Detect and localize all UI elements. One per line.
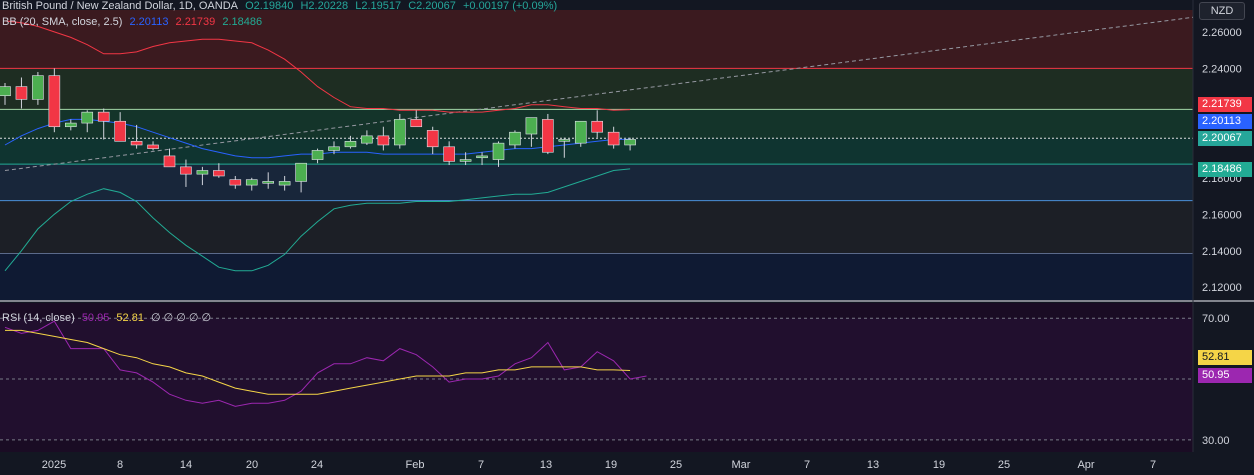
price-tick-label: 2.26000 bbox=[1202, 27, 1242, 39]
candle-body bbox=[180, 166, 192, 175]
bb-lower-value: 2.18486 bbox=[222, 16, 263, 28]
candle-body bbox=[65, 122, 77, 128]
candle-body bbox=[492, 142, 505, 160]
last-price-tag: 2.20067 bbox=[1198, 131, 1252, 146]
time-tick-label: 7 bbox=[804, 459, 810, 471]
rsi-value: 50.95 bbox=[81, 312, 110, 324]
candle-body bbox=[426, 130, 439, 148]
bb-upper-value: 2.21739 bbox=[175, 16, 216, 28]
candle-body bbox=[443, 146, 455, 162]
candle-body bbox=[624, 139, 636, 146]
bb-basis-price-tag: 2.20113 bbox=[1198, 114, 1252, 129]
close-value: C2.20067 bbox=[408, 0, 456, 12]
candle-body bbox=[229, 179, 242, 186]
candle-body bbox=[48, 75, 61, 128]
symbol-legend[interactable]: British Pound / New Zealand Dollar, 1D, … bbox=[2, 0, 561, 12]
open-value: O2.19840 bbox=[245, 0, 294, 12]
time-tick-label: Apr bbox=[1077, 459, 1094, 471]
candle-body bbox=[574, 120, 587, 144]
candle-body bbox=[459, 159, 472, 162]
candle-body bbox=[196, 170, 209, 175]
candle-body bbox=[130, 141, 143, 146]
rsi-legend[interactable]: RSI (14, close) 50.95 52.81 ∅ ∅ ∅ ∅ ∅ bbox=[2, 311, 215, 324]
time-tick-label: 20 bbox=[246, 459, 258, 471]
candle-body bbox=[377, 135, 390, 146]
price-tick-label: 2.24000 bbox=[1202, 63, 1242, 75]
price-tick-label: 2.14000 bbox=[1202, 246, 1242, 258]
time-tick-label: 19 bbox=[933, 459, 945, 471]
high-value: H2.20228 bbox=[300, 0, 349, 12]
candle-body bbox=[245, 179, 258, 186]
candle-body bbox=[147, 144, 159, 149]
time-tick-label: 2025 bbox=[42, 459, 66, 471]
low-value: L2.19517 bbox=[355, 0, 402, 12]
currency-button[interactable]: NZD bbox=[1199, 2, 1245, 20]
rsi-ma-price-tag: 52.81 bbox=[1198, 350, 1252, 365]
candle-body bbox=[295, 162, 307, 182]
price-tick-label: 2.16000 bbox=[1202, 209, 1242, 221]
candle-body bbox=[81, 111, 94, 124]
price-zone-6 bbox=[0, 253, 1193, 300]
candle-body bbox=[344, 141, 357, 148]
candle-body bbox=[97, 111, 110, 122]
time-tick-label: 14 bbox=[180, 459, 192, 471]
rsi-price-tag: 50.95 bbox=[1198, 368, 1252, 383]
price-zone-4 bbox=[0, 164, 1193, 201]
rsi-label: RSI (14, close) bbox=[2, 312, 75, 324]
candle-body bbox=[410, 119, 423, 128]
rsi-ma-value: 52.81 bbox=[116, 312, 144, 324]
time-tick-label: 7 bbox=[1150, 459, 1156, 471]
candle-body bbox=[262, 181, 275, 184]
candle-body bbox=[278, 181, 291, 186]
price-zone-3 bbox=[0, 138, 1193, 165]
price-zone-1 bbox=[0, 68, 1193, 110]
rsi-tick-label: 30.00 bbox=[1202, 435, 1230, 447]
candle-body bbox=[525, 117, 538, 135]
candle-body bbox=[361, 135, 373, 144]
candle-body bbox=[393, 119, 406, 146]
symbol-title: British Pound / New Zealand Dollar, 1D, … bbox=[2, 0, 238, 12]
time-tick-label: 13 bbox=[867, 459, 879, 471]
bb-upper-price-tag: 2.21739 bbox=[1198, 97, 1252, 112]
time-tick-label: 7 bbox=[478, 459, 484, 471]
candle-body bbox=[15, 86, 28, 100]
time-tick-label: 19 bbox=[605, 459, 617, 471]
time-tick-label: Mar bbox=[732, 459, 751, 471]
price-tick-label: 2.12000 bbox=[1202, 282, 1242, 294]
chart-canvas: 2.260002.240002.220002.200002.180002.160… bbox=[0, 0, 1254, 475]
candle-body bbox=[558, 139, 571, 142]
price-zone-5 bbox=[0, 200, 1193, 254]
time-tick-label: 24 bbox=[311, 459, 323, 471]
time-tick-label: 13 bbox=[540, 459, 552, 471]
candle-body bbox=[163, 155, 176, 168]
time-tick-label: Feb bbox=[406, 459, 425, 471]
candle-body bbox=[311, 150, 324, 160]
candle-body bbox=[607, 131, 620, 146]
candle-body bbox=[213, 170, 225, 177]
bb-lower-price-tag: 2.18486 bbox=[1198, 162, 1252, 177]
candle-body bbox=[509, 131, 521, 146]
time-tick-label: 8 bbox=[117, 459, 123, 471]
time-tick-label: 25 bbox=[998, 459, 1010, 471]
candle-body bbox=[114, 120, 126, 142]
rsi-extra-values: ∅ ∅ ∅ ∅ ∅ bbox=[151, 312, 212, 324]
candle-body bbox=[328, 146, 340, 151]
time-tick-label: 25 bbox=[670, 459, 682, 471]
rsi-tick-label: 70.00 bbox=[1202, 313, 1230, 325]
candle-body bbox=[476, 155, 488, 159]
chart-background bbox=[0, 0, 1254, 475]
candle-body bbox=[0, 86, 11, 97]
bb-label: BB (20, SMA, close, 2.5) bbox=[2, 16, 123, 28]
change-value: +0.00197 (+0.09%) bbox=[462, 0, 558, 12]
candle-body bbox=[591, 120, 604, 133]
bb-basis-value: 2.20113 bbox=[129, 16, 169, 28]
bb-legend[interactable]: BB (20, SMA, close, 2.5) 2.20113 2.21739… bbox=[2, 16, 266, 28]
candle-body bbox=[32, 75, 44, 100]
candle-body bbox=[542, 119, 554, 153]
